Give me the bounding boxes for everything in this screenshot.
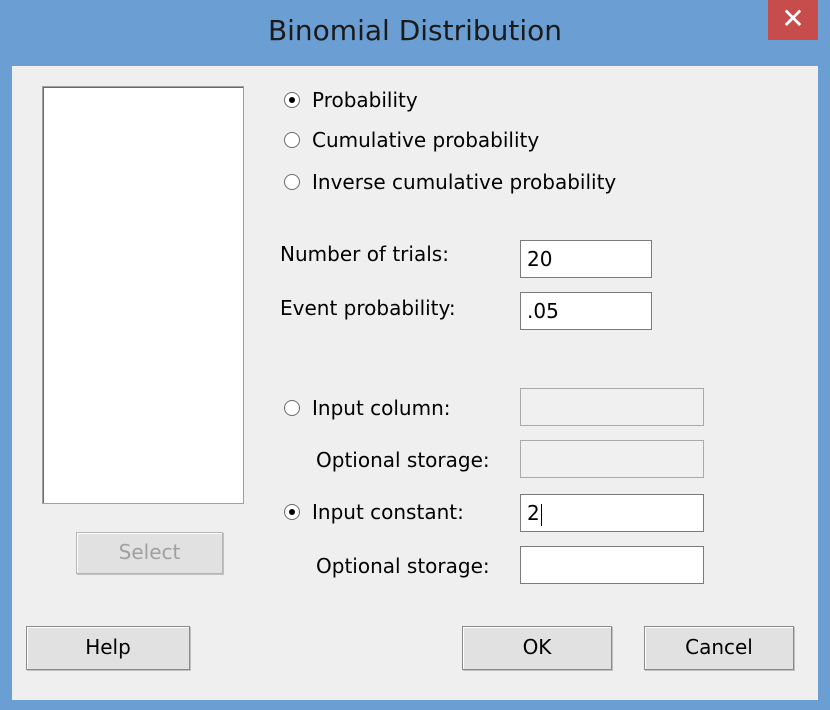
event-probability-label: Event probability: (280, 296, 456, 320)
input-constant-field[interactable]: 2 (520, 494, 704, 532)
title-bar: Binomial Distribution ✕ (0, 0, 830, 70)
radio-indicator (284, 400, 300, 416)
input-column-storage-field[interactable] (520, 440, 704, 478)
variables-list[interactable] (42, 86, 244, 504)
input-column-storage-label: Optional storage: (316, 448, 490, 472)
number-of-trials-label: Number of trials: (280, 242, 449, 266)
dialog-title: Binomial Distribution (267, 14, 563, 47)
radio-label: Probability (312, 88, 418, 112)
radio-cumulative-probability[interactable]: Cumulative probability (284, 128, 539, 152)
help-button-label: Help (85, 635, 131, 659)
close-button[interactable]: ✕ (768, 0, 818, 40)
radio-indicator (284, 92, 300, 108)
select-button-label: Select (118, 540, 181, 564)
input-constant-storage-label: Optional storage: (316, 554, 490, 578)
text-caret (540, 503, 542, 526)
radio-probability[interactable]: Probability (284, 88, 418, 112)
radio-input-constant[interactable]: Input constant: (284, 500, 464, 524)
event-probability-value: .05 (527, 299, 559, 323)
cancel-button-label: Cancel (685, 635, 753, 659)
radio-indicator (284, 504, 300, 520)
input-constant-storage-field[interactable] (520, 546, 704, 584)
radio-label: Inverse cumulative probability (312, 170, 617, 194)
close-icon: ✕ (781, 2, 805, 35)
input-constant-value: 2 (527, 501, 540, 525)
number-of-trials-value: 20 (527, 247, 553, 271)
dialog-body: Select Probability Cumulative probabilit… (12, 66, 818, 700)
radio-label: Input column: (312, 396, 451, 420)
cancel-button[interactable]: Cancel (644, 626, 794, 670)
ok-button[interactable]: OK (462, 626, 612, 670)
ok-button-label: OK (522, 635, 552, 659)
radio-inverse-cumulative-probability[interactable]: Inverse cumulative probability (284, 170, 616, 194)
number-of-trials-field[interactable]: 20 (520, 240, 652, 278)
radio-label: Input constant: (312, 500, 464, 524)
binomial-distribution-dialog: Binomial Distribution ✕ Select Probabili… (0, 0, 830, 710)
help-button[interactable]: Help (26, 626, 190, 670)
event-probability-field[interactable]: .05 (520, 292, 652, 330)
radio-indicator (284, 132, 300, 148)
select-button[interactable]: Select (76, 532, 223, 574)
radio-input-column[interactable]: Input column: (284, 396, 451, 420)
radio-indicator (284, 174, 300, 190)
input-column-field[interactable] (520, 388, 704, 426)
radio-label: Cumulative probability (312, 128, 540, 152)
